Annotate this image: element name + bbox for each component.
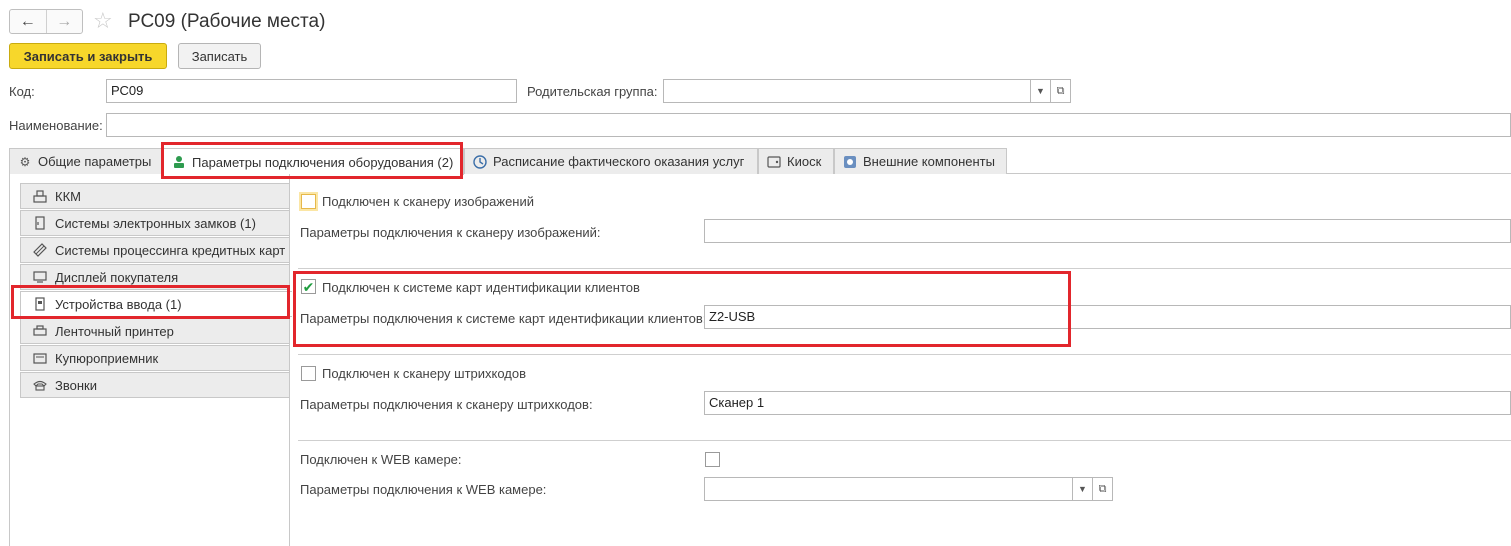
code-label: Код: — [9, 84, 35, 99]
tab-kiosk[interactable]: Киоск — [758, 148, 834, 174]
tab-equipment[interactable]: Параметры подключения оборудования (2) — [163, 148, 464, 175]
web-camera-params-label: Параметры подключения к WEB камере: — [300, 482, 547, 497]
image-scanner-params-input[interactable] — [704, 219, 1511, 243]
sidebar-item-label: Системы процессинга кредитных карт — [55, 242, 286, 258]
tab-label: Общие параметры — [38, 154, 152, 169]
sidebar-item-label: Системы электронных замков (1) — [55, 215, 256, 231]
tab-label: Киоск — [787, 154, 822, 169]
input-device-icon — [33, 297, 47, 311]
chevron-down-icon: ▼ — [1036, 86, 1045, 96]
kiosk-icon — [767, 155, 781, 169]
sidebar-item-card-processing[interactable]: Системы процессинга кредитных карт — [20, 237, 290, 263]
sidebar-item-customer-display[interactable]: Дисплей покупателя — [20, 264, 290, 290]
sidebar-item-label: Звонки — [55, 377, 97, 393]
section-divider — [298, 440, 1511, 441]
web-camera-checkbox[interactable] — [705, 452, 720, 467]
sidebar-item-input-devices[interactable]: Устройства ввода (1) — [20, 291, 292, 317]
image-scanner-checkbox-label: Подключен к сканеру изображений — [322, 194, 534, 209]
client-cards-checkbox-label: Подключен к системе карт идентификации к… — [322, 280, 640, 295]
checkmark-icon: ✔ — [302, 278, 315, 295]
tab-label: Расписание фактического оказания услуг — [493, 154, 745, 169]
name-input[interactable] — [106, 113, 1511, 137]
barcode-scanner-checkbox[interactable] — [301, 366, 316, 381]
card-icon — [33, 243, 47, 257]
sidebar-item-locks[interactable]: Системы электронных замков (1) — [20, 210, 290, 236]
phone-icon — [33, 378, 47, 392]
sidebar-item-kkm[interactable]: ККМ — [20, 183, 290, 209]
image-scanner-params-label: Параметры подключения к сканеру изображе… — [300, 225, 601, 240]
save-and-close-button[interactable]: Записать и закрыть — [9, 43, 167, 69]
tab-label: Параметры подключения оборудования (2) — [192, 154, 454, 170]
client-cards-params-label: Параметры подключения к системе карт иде… — [300, 311, 707, 326]
section-divider — [298, 354, 1511, 355]
back-button[interactable]: ← — [10, 10, 46, 33]
sidebar-item-calls[interactable]: Звонки — [20, 372, 290, 398]
sidebar-item-label: Устройства ввода (1) — [55, 296, 182, 312]
image-scanner-checkbox[interactable] — [301, 194, 316, 209]
name-label: Наименование: — [9, 118, 103, 133]
sidebar-item-label: Дисплей покупателя — [55, 269, 179, 285]
tab-schedule[interactable]: Расписание фактического оказания услуг — [464, 148, 758, 174]
open-window-icon: ⧉ — [1056, 84, 1065, 97]
save-button[interactable]: Записать — [178, 43, 261, 69]
barcode-scanner-params-label: Параметры подключения к сканеру штрихкод… — [300, 397, 593, 412]
tab-general[interactable]: ⚙ Общие параметры — [9, 148, 163, 174]
arrow-left-icon: ← — [19, 12, 36, 30]
sidebar-item-bill-acceptor[interactable]: Купюроприемник — [20, 345, 290, 371]
person-equipment-icon — [172, 155, 186, 169]
code-input[interactable]: РС09 — [106, 79, 517, 103]
parent-group-dropdown-button[interactable]: ▼ — [1031, 79, 1051, 103]
forward-button[interactable]: → — [45, 10, 83, 33]
components-icon — [843, 155, 857, 169]
sidebar-item-tape-printer[interactable]: Ленточный принтер — [20, 318, 290, 344]
barcode-scanner-checkbox-label: Подключен к сканеру штрихкодов — [322, 366, 527, 381]
sidebar-item-label: ККМ — [55, 188, 81, 204]
client-cards-checkbox[interactable]: ✔ — [301, 279, 316, 294]
nav-buttons: ← → — [9, 9, 83, 34]
web-camera-dropdown-button[interactable]: ▼ — [1073, 477, 1093, 501]
parent-group-label: Родительская группа: — [527, 84, 658, 99]
barcode-scanner-params-input[interactable]: Сканер 1 — [704, 391, 1511, 415]
bill-acceptor-icon — [33, 351, 47, 365]
tab-label: Внешние компоненты — [863, 154, 995, 169]
web-camera-open-button[interactable]: ⧉ — [1093, 477, 1113, 501]
open-window-icon: ⧉ — [1098, 482, 1107, 495]
chevron-down-icon: ▼ — [1078, 484, 1087, 494]
lock-icon — [33, 216, 47, 230]
register-icon — [33, 189, 47, 203]
section-divider — [298, 268, 1511, 269]
clock-icon — [473, 154, 487, 169]
sidebar-item-label: Ленточный принтер — [55, 323, 174, 339]
web-camera-checkbox-label: Подключен к WEB камере: — [300, 452, 462, 467]
parent-group-input[interactable] — [663, 79, 1031, 103]
printer-icon — [33, 324, 47, 338]
arrow-right-icon: → — [56, 12, 73, 30]
client-cards-params-input[interactable]: Z2-USB — [704, 305, 1511, 329]
web-camera-params-input[interactable] — [704, 477, 1073, 501]
favorite-star-icon[interactable]: ☆ — [93, 8, 113, 34]
tab-external-components[interactable]: Внешние компоненты — [834, 148, 1007, 174]
page-title: РС09 (Рабочие места) — [128, 11, 326, 32]
monitor-icon — [33, 270, 47, 284]
parent-group-open-button[interactable]: ⧉ — [1051, 79, 1071, 103]
sidebar-item-label: Купюроприемник — [55, 350, 159, 366]
gear-icon: ⚙ — [19, 154, 31, 169]
